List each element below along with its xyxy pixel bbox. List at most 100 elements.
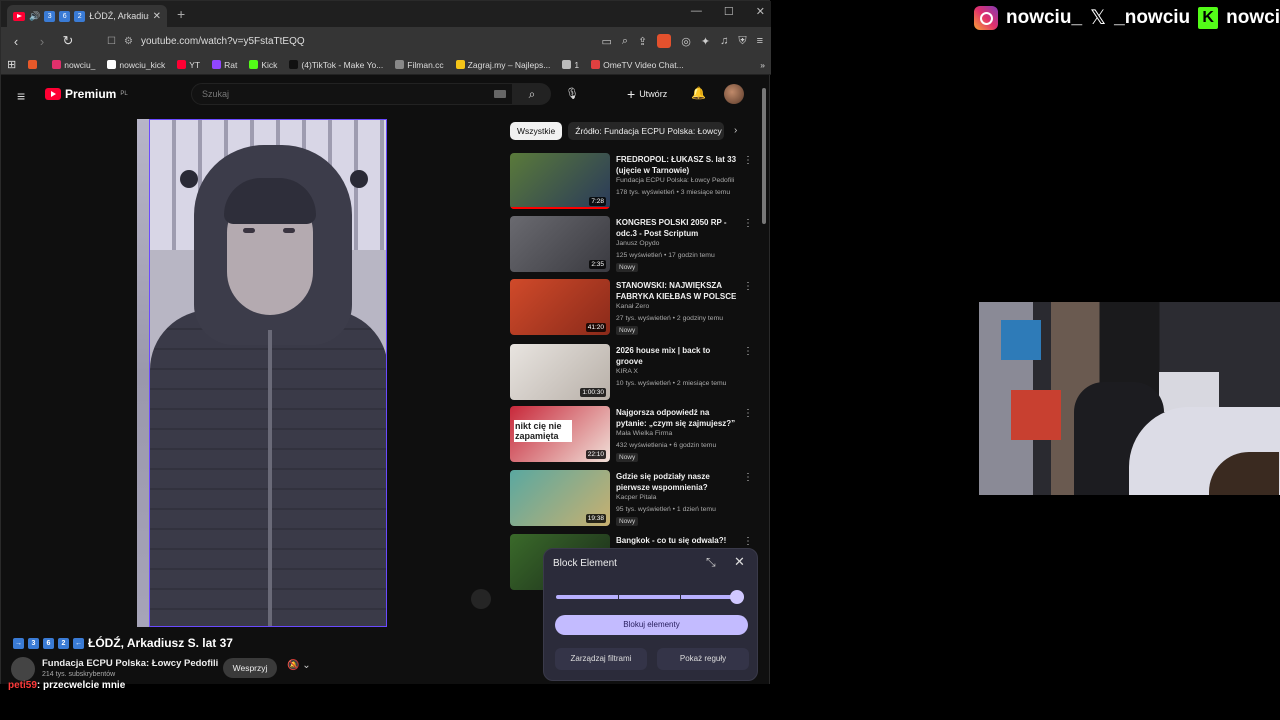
recommendation-item[interactable]: 19:38 Gdzie się podziały nasze pierwsze w… — [510, 470, 756, 528]
bookmark-item[interactable]: Rat — [212, 60, 237, 70]
recommendation-thumbnail[interactable]: 41:20 — [510, 279, 610, 335]
chat-message: peti59: przecwelcie mnie — [8, 680, 125, 691]
more-options-icon[interactable]: ⋮ — [743, 536, 753, 547]
bookmark-item[interactable]: YT — [177, 60, 200, 70]
more-options-icon[interactable]: ⋮ — [743, 218, 753, 229]
youtube-logo[interactable]: Premium PL — [45, 87, 128, 101]
zoom-icon[interactable]: ⌕ — [622, 35, 628, 48]
recommendation-channel[interactable]: Fundacja ECPU Polska: Łowcy Pedofili — [616, 177, 734, 184]
recommendation-item[interactable]: 7:28 FREDROPOL: ŁUKASZ S. lat 33 (ujęcie … — [510, 153, 756, 211]
bookmark-item[interactable]: OmeTV Video Chat... — [591, 60, 684, 70]
channel-name[interactable]: Fundacja ECPU Polska: Łowcy Pedofili — [42, 658, 218, 669]
new-tab-button[interactable]: + — [177, 6, 185, 22]
recommendation-title[interactable]: FREDROPOL: ŁUKASZ S. lat 33 (ujęcie w Ta… — [616, 154, 738, 176]
channel-watermark-icon[interactable] — [471, 589, 491, 609]
extension-icon[interactable]: ◎ — [681, 35, 691, 48]
forward-button[interactable]: › — [35, 34, 49, 49]
recommendation-channel[interactable]: Kacper Pitala — [616, 494, 656, 501]
search-input[interactable]: Szukaj — [191, 83, 513, 105]
apps-grid-icon[interactable]: ⊞ — [7, 58, 16, 71]
recommendation-thumbnail[interactable]: 2:35 — [510, 216, 610, 272]
more-options-icon[interactable]: ⋮ — [743, 408, 753, 419]
share-icon[interactable]: ⇪ — [638, 35, 647, 48]
recommendation-channel[interactable]: Janusz Opydo — [616, 240, 659, 247]
tab-active[interactable]: 🔊 3 6 2 ŁÓDŹ, Arkadiusz S. lat 37 ✕ — [7, 5, 167, 27]
more-bookmarks-icon[interactable]: » — [760, 60, 765, 70]
recommendation-thumbnail[interactable]: 1:00:30 — [510, 344, 610, 400]
recommendation-item[interactable]: 2:35 KONGRES POLSKI 2050 RP - odc.3 - Pos… — [510, 216, 756, 274]
back-button[interactable]: ‹ — [9, 34, 23, 49]
notification-toggle-icon[interactable]: 🔕 ⌄ — [287, 660, 311, 671]
maximize-button[interactable]: ☐ — [724, 5, 734, 18]
vpn-icon[interactable]: ⛨ — [738, 35, 746, 48]
video-player[interactable] — [137, 119, 501, 627]
manage-filters-button[interactable]: Zarządzaj filtrami — [555, 648, 647, 670]
bookmark-item[interactable]: nowciu_ — [52, 60, 95, 70]
recommendation-title[interactable]: Najgorsza odpowiedź na pytanie: „czym si… — [616, 407, 738, 429]
create-button[interactable]: + Utwórz — [627, 86, 667, 102]
recommendation-thumbnail[interactable]: nikt cię nie zapamięta 22:10 — [510, 406, 610, 462]
extensions-puzzle-icon[interactable]: ✦ — [701, 35, 710, 48]
bookmark-item[interactable]: (4)TikTok - Make Yo... — [289, 60, 383, 70]
brave-shields-icon[interactable] — [657, 34, 672, 48]
depth-slider[interactable] — [556, 595, 744, 599]
blocked-element-highlight[interactable] — [149, 119, 387, 627]
more-options-icon[interactable]: ⋮ — [743, 155, 753, 166]
minimize-button[interactable]: — — [691, 5, 702, 18]
chip-all[interactable]: Wszystkie — [510, 122, 563, 140]
bookmark-item[interactable]: nowciu_kick — [107, 60, 165, 70]
channel-avatar[interactable] — [11, 657, 35, 681]
recommendation-channel[interactable]: Mała Wielka Firma — [616, 430, 672, 437]
search-button[interactable]: ⌕ — [513, 83, 551, 105]
recommendation-title[interactable]: KONGRES POLSKI 2050 RP - odc.3 - Post Sc… — [616, 217, 738, 239]
chip-source[interactable]: Źródło: Fundacja ECPU Polska: Łowcy Pedo… — [568, 122, 725, 140]
hamburger-menu-icon[interactable]: ≡ — [17, 88, 25, 104]
voice-search-button[interactable]: 🎙 — [561, 83, 583, 105]
show-rules-button[interactable]: Pokaż reguły — [657, 648, 749, 670]
bookmark-item[interactable]: 1 — [562, 60, 579, 70]
reload-button[interactable]: ↻ — [61, 33, 75, 49]
scrollbar[interactable] — [761, 88, 767, 684]
bookmark-item[interactable]: Filman.cc — [395, 60, 444, 70]
close-window-button[interactable]: ✕ — [756, 5, 765, 18]
recommendation-channel[interactable]: KIRA X — [616, 368, 638, 375]
recommendation-thumbnail[interactable]: 7:28 — [510, 153, 610, 209]
bookmark-item[interactable]: Zagraj.my – Najleps... — [455, 60, 550, 70]
bookmark-item[interactable] — [28, 60, 40, 69]
minimize-arrows-icon[interactable]: ⤡ — [706, 555, 716, 570]
media-icon[interactable]: ♫ — [720, 35, 728, 47]
bookmark-item[interactable]: Kick — [249, 60, 277, 70]
url-field[interactable]: ☐ ⚙ youtube.com/watch?v=y5FstaTtEQQ — [107, 36, 589, 47]
scroll-thumb[interactable] — [762, 88, 766, 224]
recommendation-title[interactable]: STANOWSKI: NAJWIĘKSZA FABRYKA KIEŁBAS W … — [616, 280, 738, 302]
close-icon[interactable]: ✕ — [734, 554, 745, 570]
support-button[interactable]: Wesprzyj — [223, 658, 277, 678]
more-options-icon[interactable]: ⋮ — [743, 346, 753, 357]
recommendation-title[interactable]: 2026 house mix | back to groove — [616, 345, 738, 367]
recommendation-title[interactable]: Bangkok - co tu się odwala?! — [616, 535, 738, 546]
recommendation-channel[interactable]: Kanał Zero — [616, 303, 649, 310]
keyboard-icon[interactable] — [494, 90, 506, 98]
bookmark-icon[interactable]: ☐ — [107, 36, 116, 47]
block-elements-button[interactable]: Blokuj elementy — [555, 615, 748, 635]
recommendation-item[interactable]: nikt cię nie zapamięta 22:10 Najgorsza odp… — [510, 406, 756, 464]
site-info-icon[interactable]: ⚙ — [124, 36, 133, 47]
account-avatar[interactable] — [724, 84, 744, 104]
x-handle: _nowciu — [1114, 6, 1191, 28]
recommendation-title[interactable]: Gdzie się podziały nasze pierwsze wspomn… — [616, 471, 738, 493]
slider-knob[interactable] — [730, 590, 744, 604]
cast-icon[interactable]: ▭ — [601, 35, 611, 48]
bookmark-favicon-icon — [395, 60, 405, 69]
tab-close-icon[interactable]: ✕ — [153, 11, 161, 22]
speaker-icon[interactable]: 🔊 — [29, 11, 40, 22]
menu-icon[interactable]: ≡ — [757, 35, 763, 47]
recommendation-item[interactable]: 41:20 STANOWSKI: NAJWIĘKSZA FABRYKA KIEŁB… — [510, 279, 756, 337]
duration-badge: 22:10 — [585, 450, 606, 459]
more-options-icon[interactable]: ⋮ — [743, 472, 753, 483]
more-options-icon[interactable]: ⋮ — [743, 281, 753, 292]
recommendation-thumbnail[interactable]: 19:38 — [510, 470, 610, 526]
chevron-right-icon[interactable]: › — [734, 125, 737, 136]
notifications-bell-icon[interactable]: 🔔 — [691, 86, 706, 100]
recommendation-item[interactable]: 1:00:30 2026 house mix | back to groove KI… — [510, 344, 756, 402]
watch-progress-bar — [510, 207, 610, 209]
